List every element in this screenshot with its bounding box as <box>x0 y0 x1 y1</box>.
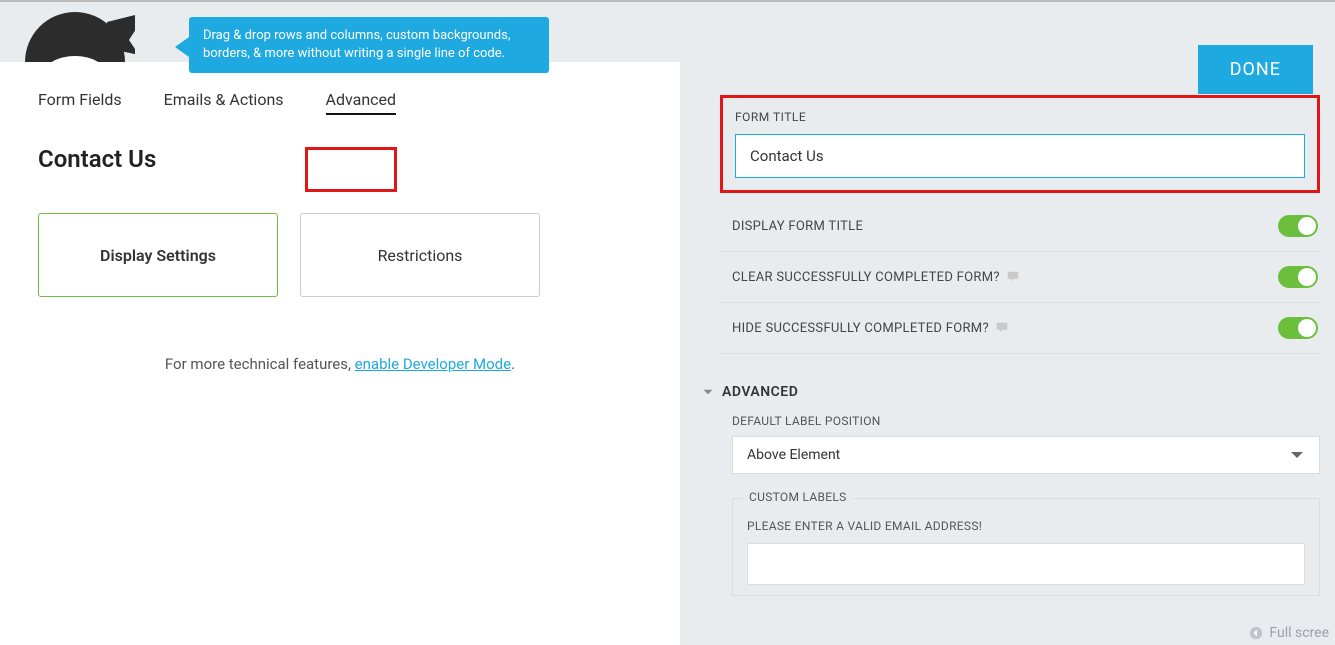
form-title-label: FORM TITLE <box>735 110 1305 124</box>
custom-labels-legend: CUSTOM LABELS <box>743 490 853 504</box>
advanced-section-header[interactable]: ADVANCED <box>702 384 1320 400</box>
settings-cards: Display Settings Restrictions <box>38 213 642 297</box>
custom-labels-email-msg: PLEASE ENTER A VALID EMAIL ADDRESS! <box>747 519 1305 533</box>
toggle-display-form-title-label: DISPLAY FORM TITLE <box>732 219 863 234</box>
left-panel: Form Fields Emails & Actions Advanced Co… <box>0 62 680 645</box>
toggle-hide-completed-switch[interactable] <box>1278 317 1318 339</box>
page-title: Contact Us <box>38 145 642 173</box>
default-label-position-label: DEFAULT LABEL POSITION <box>732 414 1320 428</box>
tab-emails-actions[interactable]: Emails & Actions <box>164 90 284 115</box>
toggle-hide-completed-label: HIDE SUCCESSFULLY COMPLETED FORM? <box>732 321 989 336</box>
toggle-clear-completed: CLEAR SUCCESSFULLY COMPLETED FORM? <box>720 252 1320 303</box>
tab-form-fields[interactable]: Form Fields <box>38 90 122 115</box>
help-icon[interactable] <box>1006 270 1020 284</box>
promo-tooltip-text: Drag & drop rows and columns, custom bac… <box>189 17 549 73</box>
fullscreen-label: Full scree <box>1269 625 1329 641</box>
card-restrictions[interactable]: Restrictions <box>300 213 540 297</box>
fullscreen-hint[interactable]: Full scree <box>1249 625 1329 641</box>
form-title-input[interactable] <box>735 134 1305 178</box>
toggle-hide-completed: HIDE SUCCESSFULLY COMPLETED FORM? <box>720 303 1320 354</box>
toggle-display-form-title-switch[interactable] <box>1278 215 1318 237</box>
card-display-settings[interactable]: Display Settings <box>38 213 278 297</box>
toggle-clear-completed-label: CLEAR SUCCESSFULLY COMPLETED FORM? <box>732 270 1000 285</box>
arrow-left-icon <box>1249 626 1263 640</box>
right-panel: FORM TITLE DISPLAY FORM TITLE CLEAR SUCC… <box>720 95 1320 596</box>
enable-dev-mode-link[interactable]: enable Developer Mode <box>355 355 511 373</box>
default-label-position-value: Above Element <box>747 447 840 463</box>
promo-tooltip: Drag & drop rows and columns, custom bac… <box>175 17 549 73</box>
toggle-clear-completed-switch[interactable] <box>1278 266 1318 288</box>
custom-labels-email-input[interactable] <box>747 543 1305 585</box>
help-icon[interactable] <box>995 321 1009 335</box>
more-features-text: For more technical features, enable Deve… <box>38 355 642 373</box>
form-title-highlight-box: FORM TITLE <box>720 95 1320 193</box>
toggle-display-form-title: DISPLAY FORM TITLE <box>720 201 1320 252</box>
tab-advanced[interactable]: Advanced <box>326 90 397 115</box>
default-label-position-select[interactable]: Above Element <box>732 436 1320 474</box>
advanced-section-label: ADVANCED <box>722 384 798 400</box>
top-tabs: Form Fields Emails & Actions Advanced <box>38 90 642 115</box>
chevron-down-icon <box>702 386 714 398</box>
more-features-prefix: For more technical features, <box>165 355 355 373</box>
app-logo <box>15 0 135 62</box>
done-button[interactable]: DONE <box>1198 45 1313 94</box>
custom-labels-fieldset: CUSTOM LABELS PLEASE ENTER A VALID EMAIL… <box>732 498 1320 596</box>
chevron-down-icon <box>1289 447 1305 463</box>
top-separator <box>0 0 1335 2</box>
